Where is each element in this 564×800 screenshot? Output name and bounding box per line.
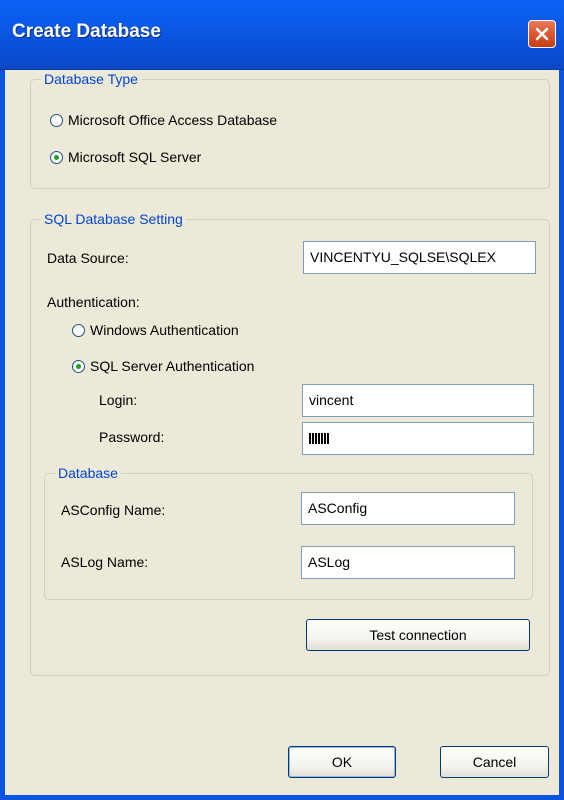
ok-label: OK [331, 754, 353, 770]
sql-auth-radio[interactable]: SQL Server Authentication [72, 356, 254, 376]
authentication-label: Authentication: [47, 294, 140, 310]
sql-setting-legend: SQL Database Setting [41, 211, 186, 227]
test-connection-label: Test connection [369, 627, 467, 643]
radio-unchecked-icon [72, 323, 85, 337]
windows-auth-label: Windows Authentication [90, 322, 239, 338]
database-type-group: Database Type [30, 71, 550, 189]
database-legend: Database [55, 465, 121, 481]
aslog-name-label: ASLog Name: [61, 554, 149, 570]
ok-button[interactable]: OK [288, 746, 396, 778]
login-input[interactable]: vincent [302, 384, 534, 417]
window-title: Create Database [12, 21, 161, 42]
database-type-legend: Database Type [41, 71, 141, 87]
asconfig-name-label: ASConfig Name: [61, 502, 166, 518]
data-source-input[interactable]: VINCENTYU_SQLSE\SQLEX [303, 241, 536, 274]
cancel-button[interactable]: Cancel [440, 746, 549, 778]
asconfig-name-input[interactable]: ASConfig [301, 492, 515, 525]
access-database-label: Microsoft Office Access Database [68, 112, 278, 128]
close-icon [535, 27, 549, 41]
close-button[interactable] [528, 20, 556, 48]
radio-unchecked-icon [50, 113, 63, 127]
data-source-label: Data Source: [47, 250, 129, 266]
password-input[interactable] [302, 422, 534, 455]
radio-checked-icon [72, 359, 85, 373]
windows-auth-radio[interactable]: Windows Authentication [72, 320, 239, 340]
cancel-label: Cancel [472, 754, 517, 770]
sql-auth-label: SQL Server Authentication [90, 358, 255, 374]
password-label: Password: [99, 429, 165, 445]
test-connection-button[interactable]: Test connection [306, 619, 530, 651]
title-bar[interactable]: Create Database [0, 0, 564, 70]
login-label: Login: [99, 392, 138, 408]
sql-server-radio[interactable]: Microsoft SQL Server [50, 147, 201, 167]
aslog-name-input[interactable]: ASLog [301, 546, 515, 579]
sql-server-label: Microsoft SQL Server [68, 149, 202, 165]
radio-checked-icon [50, 150, 63, 164]
access-database-radio[interactable]: Microsoft Office Access Database [50, 110, 277, 130]
